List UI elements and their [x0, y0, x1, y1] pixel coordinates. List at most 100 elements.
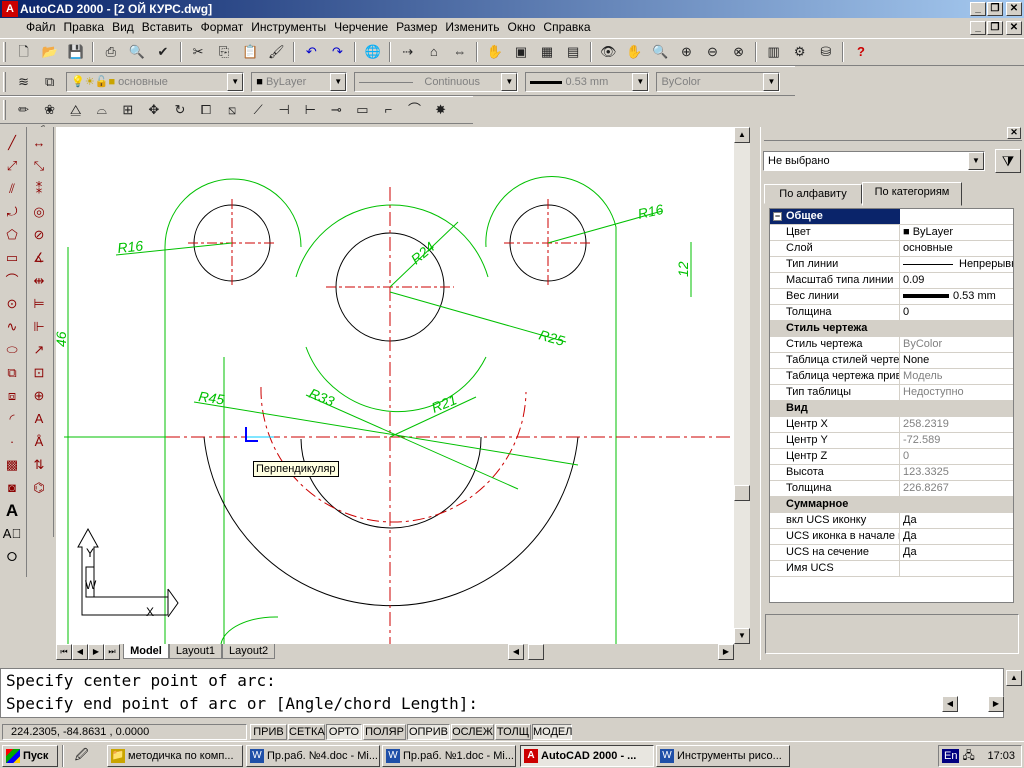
linear-dimension-icon[interactable]: ↔	[27, 131, 51, 154]
menu-item[interactable]: Размер	[392, 18, 441, 36]
autocad-app-icon[interactable]: A	[2, 1, 18, 17]
print-icon[interactable]: ⎙	[99, 41, 122, 63]
property-value[interactable]: 0.09	[900, 273, 1013, 288]
snap-from-icon[interactable]: ⇢	[396, 41, 419, 63]
fillet-icon[interactable]: ⌒	[403, 99, 426, 121]
drawing-canvas[interactable]: R16 R16 R24 R25 R45 R33 R21 12 46 Y X W …	[56, 127, 734, 644]
doc-minimize-button[interactable]: _	[970, 21, 986, 35]
viewports-icon[interactable]: ▦	[536, 41, 559, 63]
property-row[interactable]: Толщина 0	[770, 305, 1013, 321]
status-toggle[interactable]: ОПРИВ	[407, 724, 450, 740]
property-value[interactable]: 226.8267	[900, 481, 1013, 496]
property-row[interactable]: Толщина 226.8267	[770, 481, 1013, 497]
ellipse-icon[interactable]: ⬭	[0, 338, 24, 361]
xref-icon[interactable]: ⇔	[448, 41, 471, 63]
property-row[interactable]: Таблица чертежа прив Модель	[770, 369, 1013, 385]
arc-icon[interactable]: ⌒	[0, 269, 24, 292]
dimension-text-edit-icon[interactable]: Å	[27, 430, 51, 453]
paste-icon[interactable]: 📋	[239, 41, 262, 63]
property-category[interactable]: − Вид	[770, 212, 1013, 417]
doc-close-button[interactable]: ✕	[1006, 21, 1022, 35]
tab-layout2[interactable]: Layout2	[222, 644, 276, 659]
zoom-extents-icon[interactable]: ⊗	[727, 41, 750, 63]
radius-dimension-icon[interactable]: ◎	[27, 200, 51, 223]
property-row[interactable]: Масштаб типа линии 0.09	[770, 273, 1013, 289]
status-toggle[interactable]: ПРИВ	[250, 724, 287, 740]
menu-item[interactable]: Справка	[539, 18, 594, 36]
property-row[interactable]: Высота 123.3325	[770, 465, 1013, 481]
dimension-style-icon[interactable]: ⌬	[27, 476, 51, 499]
collapse-icon[interactable]: −	[773, 212, 782, 221]
extend-icon[interactable]: ⊢	[299, 99, 322, 121]
properties-icon[interactable]: ▥	[762, 41, 785, 63]
trim-icon[interactable]: ⊣	[273, 99, 296, 121]
menu-item[interactable]: Файл	[22, 18, 60, 36]
dimension-update-icon[interactable]: ⇅	[27, 453, 51, 476]
hscroll-right-icon[interactable]: ▶	[718, 644, 734, 660]
property-value[interactable]: None	[900, 353, 1013, 368]
rotate-icon[interactable]: ↻	[168, 99, 191, 121]
tab-last-icon[interactable]: ⏭	[104, 644, 120, 660]
polyline-icon[interactable]: ⤾	[0, 200, 24, 223]
continue-dimension-icon[interactable]: ⊩	[27, 315, 51, 338]
property-value[interactable]: Да	[900, 513, 1013, 528]
quicklaunch-icon[interactable]: 🖉	[70, 744, 93, 766]
property-row[interactable]: Таблица стилей черте None	[770, 353, 1013, 369]
property-value[interactable]: 0	[900, 305, 1013, 320]
tab-first-icon[interactable]: ⏮	[56, 644, 72, 660]
zoom-window-icon[interactable]: ⊕	[675, 41, 698, 63]
offset-icon[interactable]: ⌓	[90, 99, 113, 121]
cmd-scroll-up-icon[interactable]: ▲	[1006, 670, 1022, 686]
undo-icon[interactable]: ↶	[300, 41, 323, 63]
stretch-icon[interactable]: ⧅	[221, 99, 244, 121]
selection-dropdown[interactable]: Не выбрано ▼	[763, 151, 985, 171]
chamfer-icon[interactable]: ⌐	[377, 99, 400, 121]
dimension-edit-icon[interactable]: A	[27, 407, 51, 430]
break-icon[interactable]: ⊸	[325, 99, 348, 121]
property-row[interactable]: Стиль чертежа ByColor	[770, 337, 1013, 353]
aerial-view-icon[interactable]: ▤	[562, 41, 585, 63]
text-icon[interactable]: A⃞	[0, 522, 24, 545]
property-category[interactable]: − Суммарное	[770, 212, 1013, 513]
layers-icon[interactable]: ≋	[12, 71, 35, 93]
property-value[interactable]: основные	[900, 241, 1013, 256]
property-category[interactable]: − Стиль чертежа	[770, 212, 1013, 337]
spell-check-icon[interactable]: ✔	[151, 41, 174, 63]
property-row[interactable]: Центр X 258.2319	[770, 417, 1013, 433]
scale-icon[interactable]: ⧠	[195, 99, 218, 121]
property-value[interactable]: 123.3325	[900, 465, 1013, 480]
design-center-icon[interactable]: ⚙	[788, 41, 811, 63]
start-button[interactable]: Пуск	[2, 745, 58, 767]
quick-dimension-icon[interactable]: ⇹	[27, 269, 51, 292]
tab-categorized[interactable]: По категориям	[862, 182, 962, 206]
property-row[interactable]: Тип линии Непрерывн	[770, 257, 1013, 273]
language-indicator[interactable]: En	[942, 749, 960, 763]
menu-item[interactable]: Вид	[108, 18, 138, 36]
plotstyle-select[interactable]: ByColor ▼	[656, 72, 781, 92]
taskbar-item[interactable]: W Пр.раб. №4.doc - Mi...	[246, 745, 380, 767]
zoom-previous-icon[interactable]: ⊖	[701, 41, 724, 63]
save-icon[interactable]: 💾	[64, 41, 87, 63]
center-mark-icon[interactable]: ⊕	[27, 384, 51, 407]
tab-next-icon[interactable]: ▶	[88, 644, 104, 660]
property-value[interactable]: 0	[900, 449, 1013, 464]
taskbar-item[interactable]: A AutoCAD 2000 - ...	[520, 745, 654, 767]
property-value[interactable]: ■ ByLayer	[900, 225, 1013, 240]
menu-item[interactable]: Черчение	[330, 18, 392, 36]
hatch-icon[interactable]: ▩	[0, 453, 24, 476]
new-file-icon[interactable]: 🗋	[12, 41, 35, 63]
minimize-button[interactable]: _	[970, 2, 986, 16]
property-value[interactable]: Непрерывн	[900, 257, 1013, 272]
region-icon[interactable]: ◙	[0, 476, 24, 499]
zoom-realtime-icon[interactable]: 🔍	[649, 41, 672, 63]
linetype-select[interactable]: Continuous ▼	[354, 72, 519, 92]
maximize-button[interactable]: ❐	[987, 2, 1003, 16]
menu-item[interactable]: Формат	[197, 18, 248, 36]
array-icon[interactable]: ⊞	[116, 99, 139, 121]
properties-close-button[interactable]: ✕	[1007, 127, 1021, 139]
status-toggle[interactable]: ПОЛЯР	[363, 724, 406, 740]
menu-item[interactable]: Правка	[60, 18, 109, 36]
layer-select[interactable]: 💡☀🔓■ основные ▼	[66, 72, 245, 92]
insert-block-icon[interactable]: ⌂	[422, 41, 445, 63]
angular-dimension-icon[interactable]: ∡	[27, 246, 51, 269]
